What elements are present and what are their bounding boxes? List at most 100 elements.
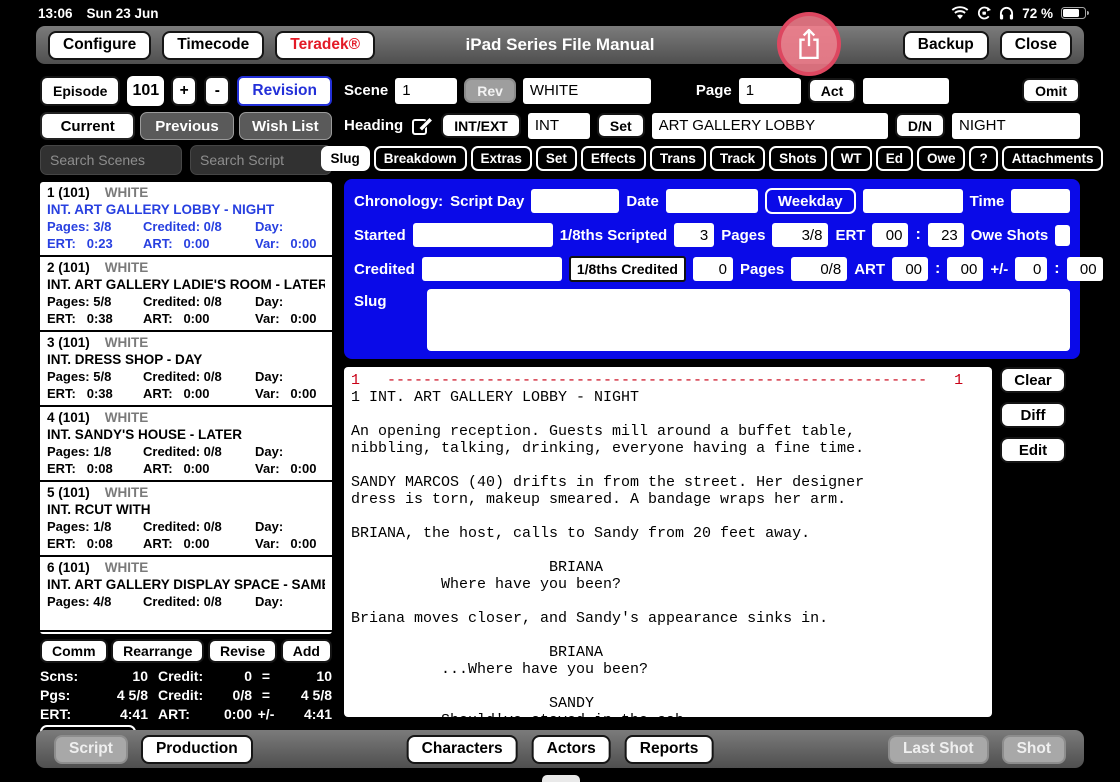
weekday-field[interactable] [862, 189, 963, 213]
scene-list-item[interactable]: 5 (101) WHITE INT. RCUT WITH Pages: 1/8 Cr… [40, 482, 332, 557]
search-script-input[interactable] [190, 145, 332, 175]
reports-button[interactable]: Reports [624, 734, 714, 764]
eighths-credited-button[interactable]: 1/8ths Credited [568, 256, 686, 282]
teradek-button[interactable]: Teradek® [275, 30, 375, 60]
scene-list-item[interactable]: 3 (101) WHITE INT. DRESS SHOP - DAY Pages… [40, 332, 332, 407]
tab-track[interactable]: Track [709, 146, 766, 171]
scene-list-item[interactable]: 4 (101) WHITE INT. SANDY'S HOUSE - LATER … [40, 407, 332, 482]
clear-button[interactable]: Clear [1000, 367, 1066, 393]
tab-extras[interactable]: Extras [470, 146, 532, 171]
last-shot-button[interactable]: Last Shot [887, 734, 989, 764]
int-ext-field[interactable] [527, 112, 590, 139]
ert-minutes-field[interactable] [927, 223, 964, 247]
tab-attachments[interactable]: Attachments [1001, 146, 1104, 171]
edit-heading-icon[interactable] [410, 114, 434, 138]
actors-button[interactable]: Actors [531, 734, 611, 764]
dn-field[interactable] [952, 112, 1080, 139]
backup-button[interactable]: Backup [902, 30, 989, 60]
scene-number: 4 (101) [47, 410, 90, 425]
rev-color-field[interactable] [522, 77, 651, 104]
set-button[interactable]: Set [596, 113, 645, 138]
tab-set[interactable]: Set [535, 146, 577, 171]
scene-list-item[interactable]: 6 (101) WHITE INT. ART GALLERY DISPLAY SP… [40, 557, 332, 632]
tab-question[interactable]: ? [969, 146, 998, 171]
script-text: 1 INT. ART GALLERY LOBBY - NIGHT An open… [351, 389, 865, 717]
share-icon [799, 28, 819, 60]
close-button[interactable]: Close [999, 30, 1072, 60]
script-day-field[interactable] [531, 189, 620, 213]
episode-plus-button[interactable]: + [171, 76, 198, 106]
diff-button[interactable]: Diff [1000, 402, 1066, 428]
page-number-field[interactable] [738, 77, 801, 104]
scene-list-item[interactable]: 1 (101) WHITE INT. ART GALLERY LOBBY - NI… [40, 182, 332, 257]
credit-value: 0 [244, 668, 252, 684]
revision-button[interactable]: Revision [237, 76, 332, 106]
script-preview[interactable]: 1 --------------------------------------… [344, 367, 992, 717]
share-button[interactable] [777, 12, 841, 76]
tab-trans[interactable]: Trans [649, 146, 706, 171]
comm-button[interactable]: Comm [40, 639, 108, 663]
act-field[interactable] [863, 77, 950, 104]
episode-minus-button[interactable]: - [204, 76, 231, 106]
production-button[interactable]: Production [140, 734, 253, 764]
tab-effects[interactable]: Effects [580, 146, 646, 171]
add-button[interactable]: Add [280, 639, 332, 663]
characters-button[interactable]: Characters [406, 734, 518, 764]
tab-previous[interactable]: Previous [140, 112, 234, 140]
time-field[interactable] [1011, 189, 1070, 213]
scene-list-item[interactable]: 2 (101) WHITE INT. ART GALLERY LADIE'S RO… [40, 257, 332, 332]
eighths-credited-field[interactable] [692, 257, 733, 281]
eighths-scripted-field[interactable] [674, 223, 715, 247]
weekday-button[interactable]: Weekday [764, 188, 856, 214]
pages-scripted-field[interactable] [772, 223, 829, 247]
int-ext-button[interactable]: INT/EXT [441, 113, 521, 138]
date-field[interactable] [665, 189, 758, 213]
edit-button[interactable]: Edit [1000, 437, 1066, 463]
tab-ed[interactable]: Ed [875, 146, 913, 171]
scene-credited: Credited: 0/8 [143, 444, 222, 459]
scene-number-field[interactable] [395, 77, 458, 104]
credited-field[interactable] [421, 257, 562, 281]
plus-minus-field-2[interactable] [1066, 257, 1103, 281]
art-minutes-field[interactable] [947, 257, 984, 281]
scene-credited: Credited: 0/8 [143, 519, 222, 534]
owe-shots-checkbox[interactable] [1055, 224, 1070, 246]
scene-number: 1 (101) [47, 185, 90, 200]
started-field[interactable] [412, 223, 553, 247]
search-scenes-input[interactable] [40, 145, 182, 175]
scene-ert: ERT: 0:38 [47, 386, 113, 401]
dn-button[interactable]: D/N [894, 113, 945, 138]
scene-list[interactable]: 1 (101) WHITE INT. ART GALLERY LOBBY - NI… [40, 182, 332, 634]
episode-number-field[interactable]: 101 [127, 76, 165, 106]
shot-button[interactable]: Shot [1001, 734, 1066, 764]
script-preview-row: 1 --------------------------------------… [344, 367, 1080, 717]
configure-button[interactable]: Configure [48, 30, 152, 60]
rearrange-button[interactable]: Rearrange [111, 639, 205, 663]
omit-button[interactable]: Omit [1022, 78, 1080, 103]
equals-sign: = [261, 687, 271, 703]
credited-label: Credited [354, 260, 415, 278]
set-field[interactable] [651, 112, 888, 139]
ert-hours-field[interactable] [872, 223, 909, 247]
pages-credited-field[interactable] [791, 257, 848, 281]
rev-button[interactable]: Rev [464, 78, 516, 103]
revise-button[interactable]: Revise [208, 639, 278, 663]
tab-breakdown[interactable]: Breakdown [373, 146, 467, 171]
scene-day: Day: [255, 444, 284, 459]
tab-owe[interactable]: Owe [916, 146, 966, 171]
tab-wish-list[interactable]: Wish List [238, 112, 332, 140]
tab-slug[interactable]: Slug [320, 146, 370, 171]
timecode-button[interactable]: Timecode [162, 30, 265, 60]
act-button[interactable]: Act [807, 78, 857, 103]
eighths-scripted-label: 1/8ths Scripted [559, 226, 668, 244]
tab-shots[interactable]: Shots [769, 146, 827, 171]
scene-day: Day: [255, 369, 284, 384]
scene-list-tabs: Current Previous Wish List [40, 112, 332, 140]
script-button[interactable]: Script [54, 734, 128, 764]
tab-current[interactable]: Current [40, 112, 136, 140]
art-hours-field[interactable] [892, 257, 929, 281]
slug-textarea[interactable] [427, 289, 1070, 351]
episode-button[interactable]: Episode [40, 76, 121, 106]
plus-minus-field-1[interactable] [1015, 257, 1048, 281]
tab-wt[interactable]: WT [830, 146, 872, 171]
